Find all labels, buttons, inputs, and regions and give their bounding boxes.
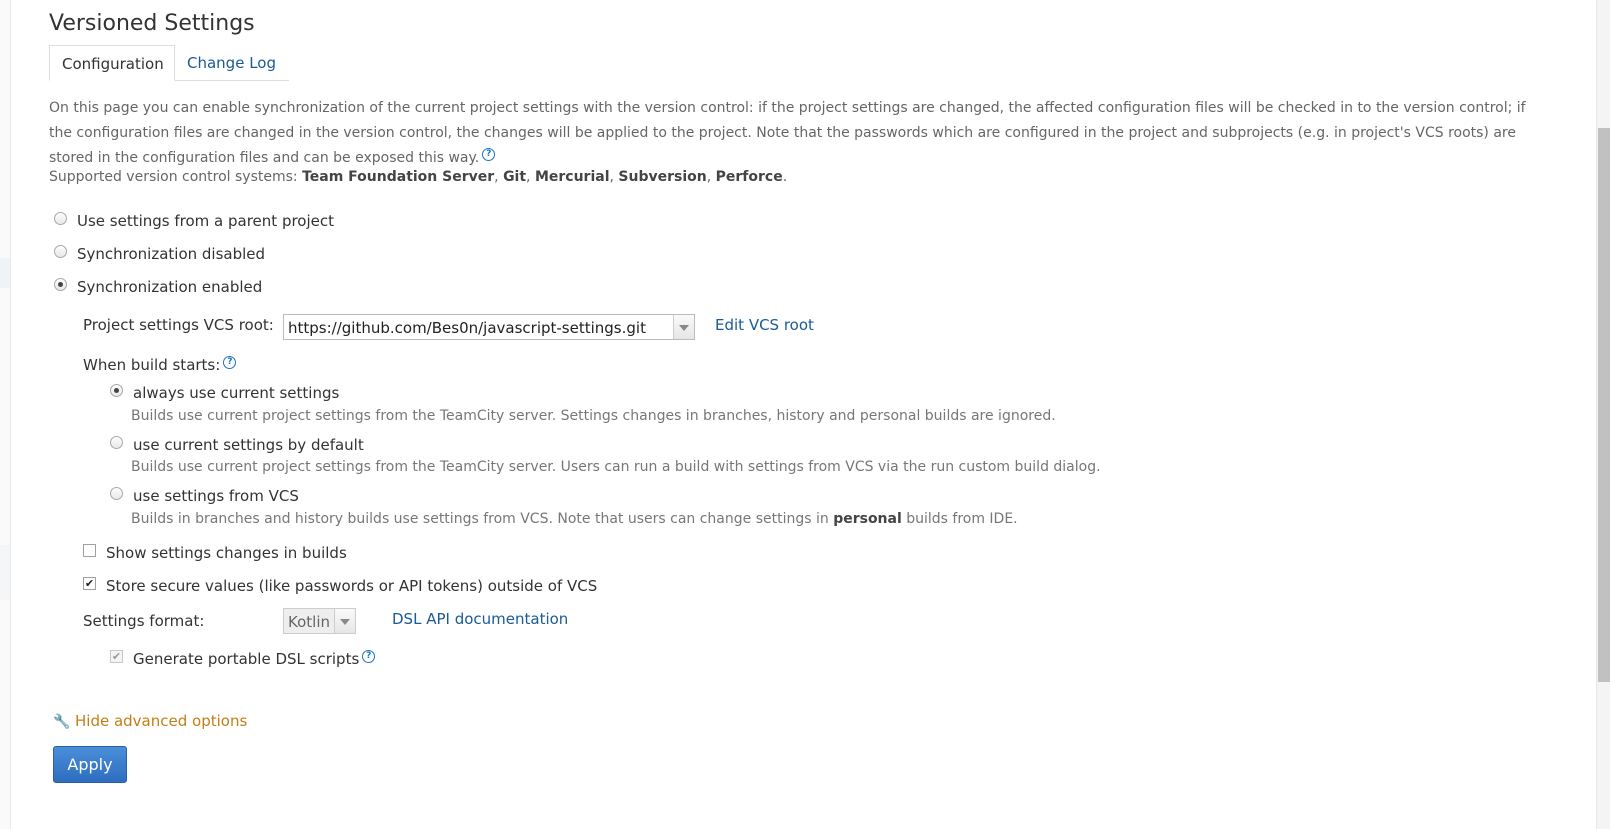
checkbox-store-secure[interactable]: ✔ xyxy=(83,577,96,590)
settings-format-select[interactable]: Kotlin xyxy=(283,608,356,634)
radio-label-sync-enabled[interactable]: Synchronization enabled xyxy=(77,278,262,296)
vcs-root-value: https://github.com/Bes0n/javascript-sett… xyxy=(288,319,646,337)
vcs-mercurial: Mercurial xyxy=(534,169,610,185)
edit-vcs-root-link[interactable]: Edit VCS root xyxy=(715,316,814,334)
tab-configuration[interactable]: Configuration xyxy=(49,45,175,81)
vcs-tfs: Team Foundation Server xyxy=(302,169,495,185)
period: . xyxy=(782,169,788,185)
radio-label-settings-from-vcs[interactable]: use settings from VCS xyxy=(133,487,299,505)
radio-sync-enabled[interactable] xyxy=(54,278,67,291)
sidebar-highlight xyxy=(0,258,10,288)
radio-label-current-by-default[interactable]: use current settings by default xyxy=(133,436,364,454)
chevron-down-icon[interactable] xyxy=(334,609,355,633)
option-description: Builds use current project settings from… xyxy=(131,459,1101,475)
sidebar-highlight xyxy=(0,545,10,600)
question-circle-icon[interactable]: ? xyxy=(223,356,237,369)
description-suffix: builds from IDE. xyxy=(901,511,1018,527)
settings-format-value: Kotlin xyxy=(288,613,330,631)
checkbox-show-changes[interactable] xyxy=(83,544,96,557)
separator: , xyxy=(526,169,535,185)
advanced-toggle-label: Hide advanced options xyxy=(75,712,248,730)
radio-label-parent-settings[interactable]: Use settings from a parent project xyxy=(77,212,334,230)
description-text: On this page you can enable synchronizat… xyxy=(49,100,1526,166)
vcs-git: Git xyxy=(503,169,527,185)
build-starts-text: When build starts: xyxy=(83,356,221,374)
checkbox-label-show-changes[interactable]: Show settings changes in builds xyxy=(106,544,347,562)
page-title: Versioned Settings xyxy=(49,11,255,36)
checkbox-label-store-secure[interactable]: Store secure values (like passwords or A… xyxy=(106,577,597,595)
radio-settings-from-vcs[interactable] xyxy=(110,487,123,500)
question-circle-icon[interactable]: ? xyxy=(362,650,376,663)
page-description: On this page you can enable synchronizat… xyxy=(49,96,1549,171)
vcs-root-select[interactable]: https://github.com/Bes0n/javascript-sett… xyxy=(283,314,695,340)
wrench-icon: 🔧 xyxy=(53,714,71,730)
radio-label-sync-disabled[interactable]: Synchronization disabled xyxy=(77,245,265,263)
radio-always-current[interactable] xyxy=(110,384,123,397)
radio-sync-disabled[interactable] xyxy=(54,245,67,258)
chevron-down-icon[interactable] xyxy=(673,315,694,339)
separator: , xyxy=(494,169,504,185)
description-prefix: Builds in branches and history builds us… xyxy=(131,511,834,527)
left-sidebar-edge xyxy=(0,0,11,829)
portable-dsl-text: Generate portable DSL scripts xyxy=(133,650,360,668)
vcs-subversion: Subversion xyxy=(618,169,707,185)
radio-label-always-current[interactable]: always use current settings xyxy=(133,384,339,402)
option-description: Builds in branches and history builds us… xyxy=(131,511,1018,527)
supported-prefix: Supported version control systems: xyxy=(49,169,298,185)
supported-vcs-line: Supported version control systems: Team … xyxy=(49,169,787,185)
tab-change-log[interactable]: Change Log xyxy=(175,45,288,79)
radio-current-by-default[interactable] xyxy=(110,436,123,449)
apply-button[interactable]: Apply xyxy=(53,746,127,783)
settings-format-label: Settings format: xyxy=(83,612,205,630)
build-starts-label: When build starts:? xyxy=(83,356,237,374)
hide-advanced-options-link[interactable]: 🔧 Hide advanced options xyxy=(53,712,247,730)
description-bold: personal xyxy=(833,511,902,527)
radio-parent-settings[interactable] xyxy=(54,212,67,225)
vcs-root-label: Project settings VCS root: xyxy=(83,316,274,334)
checkbox-portable-dsl[interactable]: ✔ xyxy=(110,650,123,663)
scrollbar-thumb[interactable] xyxy=(1598,128,1610,682)
tab-bar: Configuration Change Log xyxy=(49,45,289,81)
option-description: Builds use current project settings from… xyxy=(131,408,1056,424)
question-circle-icon[interactable]: ? xyxy=(482,148,496,162)
separator: , xyxy=(706,169,716,185)
dsl-api-doc-link[interactable]: DSL API documentation xyxy=(392,610,568,628)
vcs-perforce: Perforce xyxy=(715,169,783,185)
checkbox-label-portable-dsl[interactable]: Generate portable DSL scripts? xyxy=(133,650,376,668)
